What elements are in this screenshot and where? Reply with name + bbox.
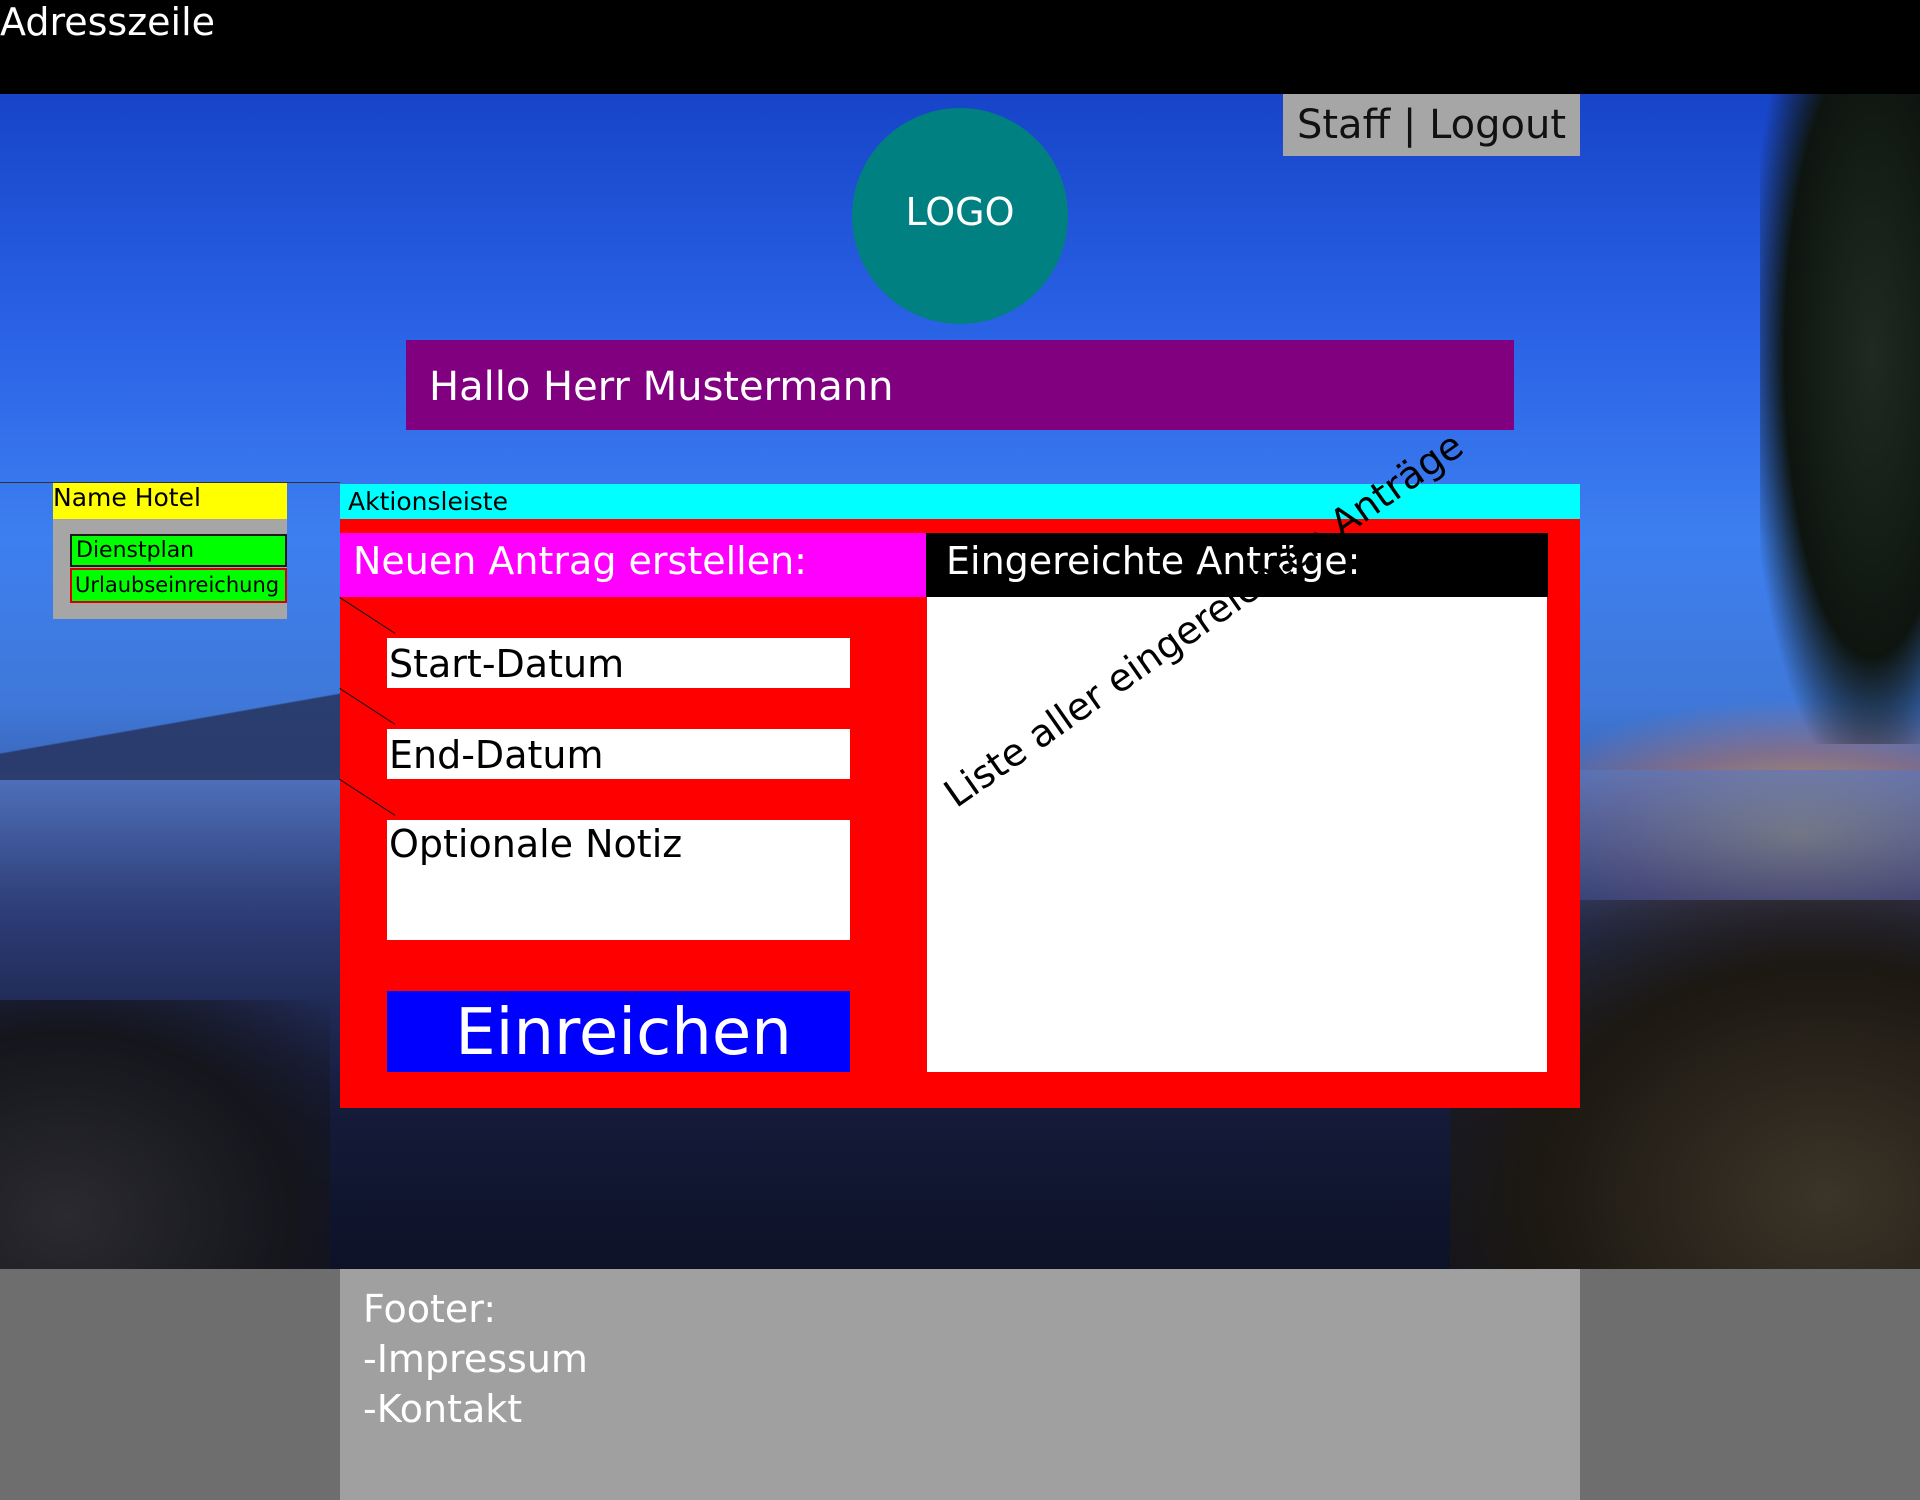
background-rocks-left <box>0 1000 330 1270</box>
footer-link-impressum[interactable]: -Impressum <box>363 1334 1580 1384</box>
logo-text: LOGO <box>905 190 1015 234</box>
end-date-input[interactable] <box>387 729 850 779</box>
footer-title: Footer: <box>363 1287 497 1331</box>
hotel-name: Name Hotel <box>53 483 287 519</box>
sidebar-item-urlaubseinreichung[interactable]: Urlaubseinreichung <box>70 568 287 603</box>
user-menu: Staff | Logout <box>1283 94 1580 156</box>
footer: Footer: -Impressum -Kontakt <box>340 1269 1580 1500</box>
staff-link[interactable]: Staff <box>1297 102 1390 148</box>
address-bar[interactable] <box>0 0 1920 94</box>
start-date-input[interactable] <box>387 638 850 688</box>
footer-link-kontakt[interactable]: -Kontakt <box>363 1384 1580 1434</box>
background-tree <box>1760 94 1920 744</box>
note-input[interactable] <box>387 820 850 940</box>
logo[interactable]: LOGO <box>852 108 1068 324</box>
new-request-title: Neuen Antrag erstellen: <box>340 533 926 597</box>
logout-link[interactable]: Logout <box>1429 102 1566 148</box>
submit-button[interactable]: Einreichen <box>387 991 850 1072</box>
address-bar-label: Adresszeile <box>0 0 216 44</box>
submitted-requests-list[interactable] <box>927 597 1547 1072</box>
background-mountains <box>0 690 380 780</box>
greeting-banner: Hallo Herr Mustermann <box>406 340 1514 430</box>
sidebar-item-dienstplan[interactable]: Dienstplan <box>70 534 287 567</box>
menu-separator: | <box>1402 102 1417 148</box>
